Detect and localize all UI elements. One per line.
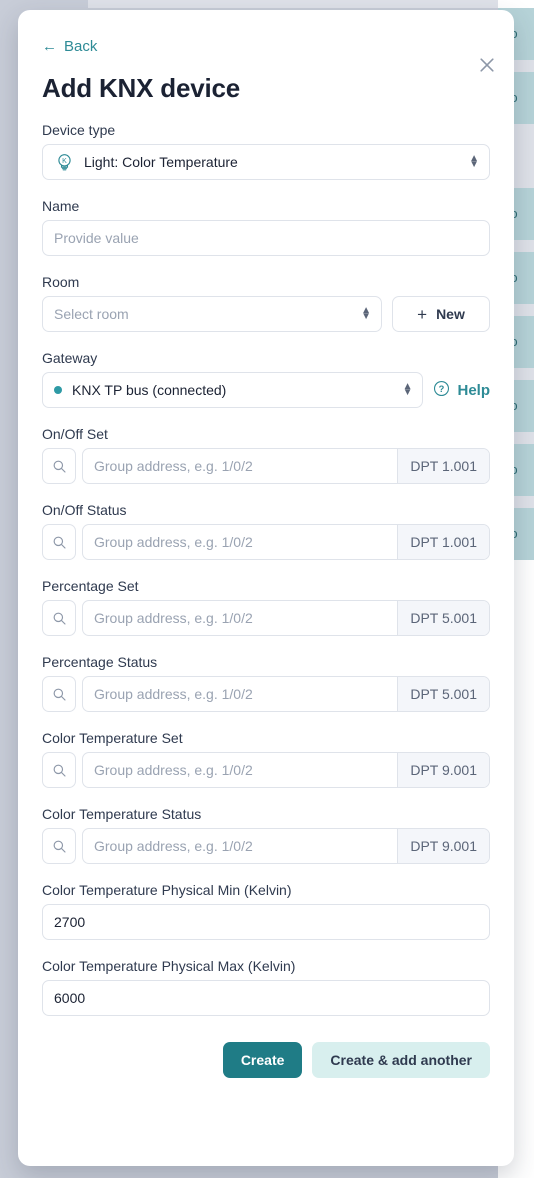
search-icon[interactable] [42,752,76,788]
create-button[interactable]: Create [222,1042,303,1078]
chevron-updown-icon: ▲ ▼ [402,380,413,398]
kelvin-min-label: Color Temperature Physical Min (Kelvin) [42,882,292,898]
back-label: Back [64,38,98,55]
background-top-strip [88,0,498,8]
page-title: Add KNX device [42,73,241,103]
group-address-label: Color Temperature Status [42,806,202,822]
group-address-input[interactable]: Group address, e.g. 1/0/2 [83,525,397,559]
group-address-label: Color Temperature Set [42,730,183,746]
gateway-value: KNX TP bus (connected) [72,382,227,398]
kelvin-min-value: 2700 [54,914,86,930]
dpt-suffix: DPT 1.001 [397,449,489,483]
group-address-label: On/Off Status [42,502,127,518]
room-select[interactable]: Select room ▲ ▼ [42,296,382,332]
chevron-updown-icon: ▲ ▼ [361,304,371,322]
create-and-add-another-button[interactable]: Create & add another [312,1042,490,1078]
background-left-strip [0,0,18,1178]
room-row: Select room ▲ ▼ + New [42,296,490,332]
svg-text:?: ? [439,383,445,393]
group-address-input[interactable]: Group address, e.g. 1/0/2 [83,677,397,711]
add-knx-device-dialog: ← Back Add KNX device Device type K Ligh… [18,10,514,1166]
gateway-label: Gateway [42,350,98,366]
group-address-row: Group address, e.g. 1/0/2 DPT 5.001 [42,600,490,636]
group-address-input-group: Group address, e.g. 1/0/2 DPT 1.001 [82,448,490,484]
chevron-updown-icon: ▲ ▼ [469,152,479,170]
group-address-input-group: Group address, e.g. 1/0/2 DPT 1.001 [82,524,490,560]
group-address-row: Group address, e.g. 1/0/2 DPT 1.001 [42,448,490,484]
dpt-suffix: DPT 1.001 [397,525,489,559]
dialog-footer: Create Create & add another [42,1042,490,1078]
new-room-button[interactable]: + New [392,296,490,332]
dpt-suffix: DPT 9.001 [397,753,489,787]
device-type-select[interactable]: K Light: Color Temperature ▲ ▼ [42,144,490,180]
search-icon[interactable] [42,600,76,636]
name-label: Name [42,198,80,214]
help-label: Help [457,381,490,399]
group-address-input-group: Group address, e.g. 1/0/2 DPT 5.001 [82,600,490,636]
name-placeholder: Provide value [54,230,139,246]
kelvin-min-input[interactable]: 2700 [42,904,490,940]
search-icon[interactable] [42,828,76,864]
search-icon[interactable] [42,448,76,484]
group-address-input-group: Group address, e.g. 1/0/2 DPT 5.001 [82,676,490,712]
room-placeholder: Select room [54,306,129,322]
group-address-input[interactable]: Group address, e.g. 1/0/2 [83,829,397,863]
dpt-suffix: DPT 9.001 [397,829,489,863]
group-address-row: Group address, e.g. 1/0/2 DPT 9.001 [42,828,490,864]
kelvin-max-input[interactable]: 6000 [42,980,490,1016]
back-arrow-icon: ← [42,38,57,55]
close-icon[interactable] [474,52,500,78]
gateway-row: KNX TP bus (connected) ▲ ▼ ? Help [42,372,490,408]
group-address-row: Group address, e.g. 1/0/2 DPT 1.001 [42,524,490,560]
gateway-status-dot [54,386,62,394]
plus-icon: + [417,304,428,324]
question-circle-icon: ? [433,380,450,401]
group-address-label: Percentage Set [42,578,139,594]
dpt-suffix: DPT 5.001 [397,601,489,635]
kelvin-max-value: 6000 [54,990,86,1006]
group-address-input[interactable]: Group address, e.g. 1/0/2 [83,449,397,483]
help-link[interactable]: ? Help [433,380,490,401]
group-address-input-group: Group address, e.g. 1/0/2 DPT 9.001 [82,752,490,788]
group-address-label: On/Off Set [42,426,108,442]
knx-lightbulb-icon: K [54,152,75,173]
group-address-row: Group address, e.g. 1/0/2 DPT 5.001 [42,676,490,712]
back-button[interactable]: ← Back [42,38,97,55]
group-address-input[interactable]: Group address, e.g. 1/0/2 [83,753,397,787]
group-address-input-group: Group address, e.g. 1/0/2 DPT 9.001 [82,828,490,864]
search-icon[interactable] [42,676,76,712]
svg-text:K: K [62,158,67,165]
dpt-suffix: DPT 5.001 [397,677,489,711]
group-address-input[interactable]: Group address, e.g. 1/0/2 [83,601,397,635]
device-type-label: Device type [42,122,116,138]
group-address-row: Group address, e.g. 1/0/2 DPT 9.001 [42,752,490,788]
name-input[interactable]: Provide value [42,220,490,256]
gateway-select[interactable]: KNX TP bus (connected) ▲ ▼ [42,372,424,408]
new-room-label: New [436,306,465,322]
group-address-fields: On/Off Set Group address, e.g. 1/0/2 DPT 1… [42,426,490,864]
device-type-value: Light: Color Temperature [84,154,238,170]
group-address-label: Percentage Status [42,654,158,670]
search-icon[interactable] [42,524,76,560]
room-label: Room [42,274,80,290]
kelvin-max-label: Color Temperature Physical Max (Kelvin) [42,958,296,974]
